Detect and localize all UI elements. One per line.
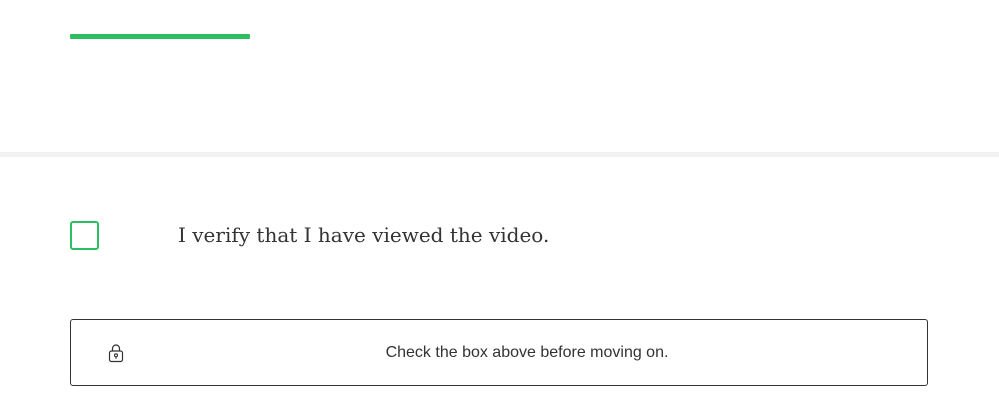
section-divider	[0, 152, 999, 157]
verify-checkbox[interactable]	[70, 221, 99, 250]
progress-accent-bar	[70, 34, 250, 39]
continue-gate-notice: Check the box above before moving on.	[70, 319, 928, 386]
verify-checkbox-row[interactable]: I verify that I have viewed the video.	[70, 220, 930, 250]
verify-checkbox-label[interactable]: I verify that I have viewed the video.	[178, 220, 549, 250]
gate-message: Check the box above before moving on.	[385, 343, 669, 361]
